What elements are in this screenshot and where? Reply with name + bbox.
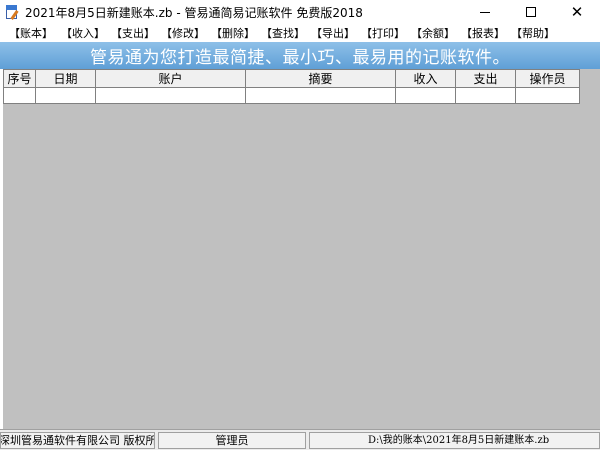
column-header-index[interactable]: 序号	[3, 69, 36, 88]
ledger-workspace[interactable]	[3, 69, 600, 429]
status-copyright: 深圳管易通软件有限公司 版权所有(C	[0, 432, 155, 449]
banner-text: 管易通为您打造最简捷、最小巧、最易用的记账软件。	[90, 48, 510, 68]
slogan-banner: 管易通为您打造最简捷、最小巧、最易用的记账软件。	[0, 42, 600, 69]
table-cell[interactable]	[95, 87, 246, 104]
current-user-text: 管理员	[215, 434, 249, 447]
window-controls: ✕	[462, 0, 600, 24]
table-cell[interactable]	[35, 87, 96, 104]
column-header-operator[interactable]: 操作员	[515, 69, 580, 88]
menu-item-find[interactable]: 【查找】	[258, 25, 308, 41]
maximize-icon	[526, 7, 536, 17]
window-title: 2021年8月5日新建账本.zb - 管易通简易记账软件 免费版2018	[25, 5, 363, 20]
menu-item-expense[interactable]: 【支出】	[108, 25, 158, 41]
minimize-button[interactable]	[462, 0, 508, 24]
table-header-row: 序号 日期 账户 摘要 收入 支出 操作员	[3, 69, 580, 88]
column-header-date[interactable]: 日期	[35, 69, 96, 88]
column-header-expense[interactable]: 支出	[455, 69, 516, 88]
table-cell[interactable]	[455, 87, 516, 104]
minimize-icon	[480, 11, 490, 13]
table-cell[interactable]	[3, 87, 36, 104]
menu-item-help[interactable]: 【帮助】	[508, 25, 558, 41]
status-bar: 深圳管易通软件有限公司 版权所有(C 管理员 D:\我的账本\2021年8月5日…	[0, 429, 600, 450]
status-user: 管理员	[158, 432, 306, 449]
menu-item-balance[interactable]: 【余额】	[408, 25, 458, 41]
table-row[interactable]	[3, 87, 580, 104]
menu-item-report[interactable]: 【报表】	[458, 25, 508, 41]
column-header-income[interactable]: 收入	[395, 69, 456, 88]
status-file-path: D:\我的账本\2021年8月5日新建账本.zb	[309, 432, 600, 449]
table-cell[interactable]	[395, 87, 456, 104]
menu-item-export[interactable]: 【导出】	[308, 25, 358, 41]
menu-item-edit[interactable]: 【修改】	[158, 25, 208, 41]
copyright-text: 深圳管易通软件有限公司 版权所有(C	[0, 434, 155, 447]
table-cell[interactable]	[245, 87, 396, 104]
table-cell[interactable]	[515, 87, 580, 104]
title-bar: 2021年8月5日新建账本.zb - 管易通简易记账软件 免费版2018 ✕	[0, 0, 600, 24]
close-button[interactable]: ✕	[554, 0, 600, 24]
menu-item-ledger[interactable]: 【账本】	[6, 25, 58, 41]
menu-item-income[interactable]: 【收入】	[58, 25, 108, 41]
ledger-table[interactable]: 序号 日期 账户 摘要 收入 支出 操作员	[3, 69, 580, 104]
menu-bar: 【账本】 【收入】 【支出】 【修改】 【删除】 【查找】 【导出】 【打印】 …	[0, 24, 600, 41]
menu-item-delete[interactable]: 【删除】	[208, 25, 258, 41]
maximize-button[interactable]	[508, 0, 554, 24]
column-header-account[interactable]: 账户	[95, 69, 246, 88]
file-path-text: D:\我的账本\2021年8月5日新建账本.zb	[368, 435, 550, 446]
menu-item-print[interactable]: 【打印】	[358, 25, 408, 41]
close-icon: ✕	[570, 2, 584, 21]
column-header-summary[interactable]: 摘要	[245, 69, 396, 88]
ledger-app-icon[interactable]	[4, 4, 20, 20]
